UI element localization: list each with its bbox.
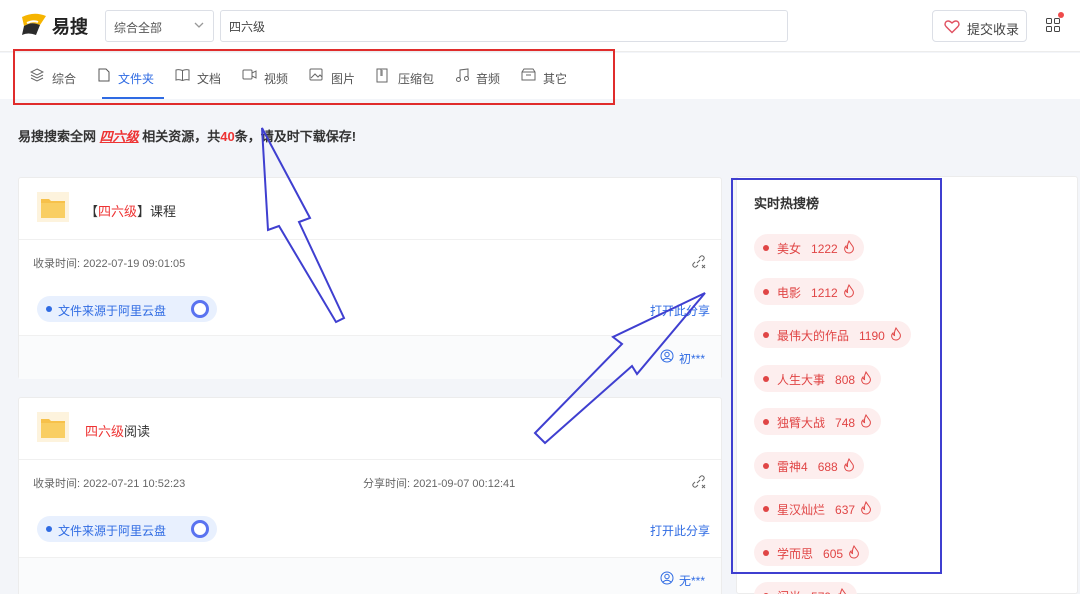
collect-time: 收录时间: 2022-07-19 09:01:05 [33,258,186,270]
source-badge: 文件来源于阿里云盘 [37,516,217,542]
apps-grid-icon[interactable] [1046,18,1060,32]
result-title-keyword: 四六级 [85,424,125,439]
hot-term: 闪光 [777,590,801,594]
scope-select[interactable]: 综合全部 [105,10,214,42]
logo-icon[interactable] [18,11,50,39]
user-icon [660,349,674,363]
broken-link-icon[interactable] [691,474,706,489]
result-card-header: 四六级阅读 [19,398,721,460]
submit-collection-button[interactable]: 提交收录 [932,10,1027,42]
sharer-user[interactable]: 无*** [660,571,705,589]
source-label: 文件来源于阿里云盘 [58,524,167,538]
result-title-keyword: 四六级 [98,204,138,219]
result-title[interactable]: 【四六级】课程 [85,201,176,220]
result-title-suffix: 】课程 [137,204,177,219]
sharer-user[interactable]: 初*** [660,349,705,367]
aliyun-drive-icon [191,520,209,538]
source-badge: 文件来源于阿里云盘 [37,296,217,322]
share-time: 分享时间: 2021-09-07 00:12:41 [363,478,516,490]
result-card: 【四六级】课程 收录时间: 2022-07-19 09:01:05 文件来源于阿… [18,177,722,379]
source-dot [46,306,52,312]
result-title-prefix: 【 [85,204,99,219]
summary-middle: 相关资源，共 [142,129,221,144]
summary-suffix: 条，请及时下载保存! [234,129,357,144]
open-share-link[interactable]: 打开此分享 [650,302,710,319]
collect-time: 收录时间: 2022-07-21 10:52:23 [33,478,186,490]
fire-icon [838,588,847,594]
user-icon [660,571,674,585]
summary-keyword: 四六级 [99,129,139,144]
summary-count: 40 [220,129,235,144]
result-card: 四六级阅读 收录时间: 2022-07-21 10:52:23 分享时间: 20… [18,397,722,594]
source-dot [46,526,52,532]
hot-count: 579 [811,590,831,594]
result-title[interactable]: 四六级阅读 [85,421,150,440]
brand-name[interactable]: 易搜 [52,13,88,39]
hot-search-item[interactable]: 闪光 579 [754,582,858,594]
top-bar: 易搜 综合全部 提交收录 [0,0,1080,52]
sharer-name: 无*** [678,574,705,588]
search-input[interactable] [220,10,788,42]
summary-prefix: 易搜搜索全网 [18,129,97,144]
submit-collection-label: 提交收录 [967,22,1020,37]
scope-select-value: 综合全部 [114,21,163,35]
folder-icon [37,192,69,222]
blue-annotation-box [731,178,942,574]
result-summary: 易搜搜索全网 四六级 相关资源，共40条，请及时下载保存! [18,126,356,145]
broken-link-icon[interactable] [691,254,706,269]
result-card-footer: 初*** [19,335,721,379]
chevron-down-icon [194,22,204,28]
heart-icon [944,20,960,34]
red-annotation-box [13,49,615,105]
source-label: 文件来源于阿里云盘 [58,304,167,318]
result-card-footer: 无*** [19,557,721,594]
folder-icon [37,412,69,442]
aliyun-drive-icon [191,300,209,318]
result-title-suffix: 阅读 [124,424,151,439]
open-share-link[interactable]: 打开此分享 [650,522,710,539]
notification-dot [1058,12,1064,18]
sharer-name: 初*** [678,352,705,366]
result-card-header: 【四六级】课程 [19,178,721,240]
